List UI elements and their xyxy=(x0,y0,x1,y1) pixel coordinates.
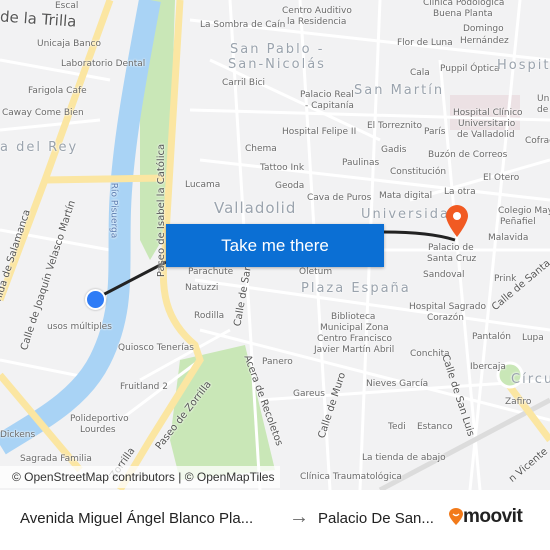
city-label: Valladolid xyxy=(214,199,297,217)
map-label: Quiosco Tenerías xyxy=(118,343,194,353)
map-label: Sandoval xyxy=(423,270,465,280)
map-label: Cala xyxy=(410,68,430,78)
destination-pin-icon[interactable] xyxy=(444,204,470,238)
map-label: Palacio Real xyxy=(300,90,354,100)
river-label: Río Pisuerga xyxy=(108,182,119,239)
map-label: La otra xyxy=(444,187,476,197)
district-label: San-Nicolás xyxy=(228,57,326,72)
map-label: Buzón de Correos xyxy=(428,150,508,160)
map-label: Ibercaja xyxy=(470,362,506,372)
map-label: Dickens xyxy=(0,430,36,440)
map-label: Estanco xyxy=(417,422,453,432)
map-label: Oletum xyxy=(299,267,333,277)
map-label: de Valladolid xyxy=(457,130,515,140)
map-label: Sagrada Familia xyxy=(20,454,92,464)
map-label: Biblioteca xyxy=(331,312,376,322)
map-label: Lourdes xyxy=(80,425,116,435)
map-label: Laboratorio Dental xyxy=(61,59,146,69)
footer: Avenida Miguel Ángel Blanco Pla... → Pal… xyxy=(0,490,550,550)
map-label: Cofrad xyxy=(525,136,550,146)
map-label: Farigola Cafe xyxy=(28,86,87,96)
map-label: Hospital Clínico xyxy=(453,108,523,118)
map-label: usos múltiples xyxy=(47,322,112,332)
map-label: la Residencia xyxy=(287,17,347,27)
arrow-right-icon: → xyxy=(289,506,309,528)
map-label: Prink xyxy=(494,274,517,284)
map-label: Geoda xyxy=(275,181,305,191)
map-label: El Otero xyxy=(483,173,520,183)
map-label: Buena Planta xyxy=(433,9,493,19)
map-attribution[interactable]: © OpenStreetMap contributors | © OpenMap… xyxy=(0,466,281,488)
map-label: Natuzzi xyxy=(185,283,219,293)
map-label: Unicaja Banco xyxy=(37,39,101,49)
map-label: Palacio de xyxy=(428,243,474,253)
map-label: París xyxy=(424,127,446,137)
map-label: Paulinas xyxy=(342,158,380,168)
map-label: Javier Martín Abril xyxy=(314,345,395,355)
map-label: Parachute xyxy=(188,267,234,277)
district-label: San Martín xyxy=(354,83,445,98)
map-label: Peñafiel xyxy=(500,217,536,227)
map-label: Lupa xyxy=(522,333,544,343)
map-label: de la Trilla xyxy=(0,7,78,31)
map-label: Clínica Traumatológica xyxy=(300,472,402,482)
map-label: Puppil Óptica xyxy=(440,64,500,74)
moovit-logo[interactable]: moovit xyxy=(449,506,523,528)
moovit-logo-text: moovit xyxy=(463,506,523,527)
map-label: Gareus xyxy=(293,389,325,399)
map-label: Mata digital xyxy=(379,191,433,201)
map-label: Hospital Sagrado xyxy=(409,302,486,312)
destination-name: Palacio De San... xyxy=(318,510,434,527)
map-label: Polideportivo xyxy=(70,414,129,424)
map-label: Tedi xyxy=(388,422,406,432)
map-label: Domingo xyxy=(463,24,504,34)
map-label: Municipal Zona xyxy=(320,323,389,333)
map-label: Escal xyxy=(55,1,79,11)
map[interactable]: Escal de la Trilla Unicaja Banco Laborat… xyxy=(0,0,550,490)
map-label: Constitución xyxy=(390,167,447,177)
map-label: Zafiro xyxy=(505,397,532,407)
map-label: Centro Francisco xyxy=(317,334,392,344)
map-label: Tattoo Ink xyxy=(260,163,305,173)
map-label: Santa Cruz xyxy=(427,254,477,264)
district-label: Círcul xyxy=(511,372,550,387)
map-label: El Torreznito xyxy=(367,121,423,131)
origin-name: Avenida Miguel Ángel Blanco Pla... xyxy=(20,510,254,527)
map-label: La tienda de abajo xyxy=(362,453,446,463)
map-label: Nieves García xyxy=(366,379,429,389)
map-label: Panero xyxy=(262,357,293,367)
map-label: Hernández xyxy=(460,36,509,46)
map-label: Universitario xyxy=(458,119,516,129)
district-label: Hospita xyxy=(497,58,550,73)
map-label: Clínica Podológica xyxy=(423,0,505,8)
map-label: - Capitanía xyxy=(305,101,354,111)
take-me-there-button[interactable]: Take me there xyxy=(166,224,384,267)
map-label: Hospital Felipe II xyxy=(282,127,357,137)
map-label: de V xyxy=(537,105,550,115)
map-label: Pantalón xyxy=(472,332,511,342)
map-label: Carril Bici xyxy=(222,78,266,88)
map-label: Cava de Puros xyxy=(307,193,372,203)
map-label: Centro Auditivo xyxy=(282,6,352,16)
moovit-pin-icon xyxy=(449,508,463,525)
map-label: Malavida xyxy=(488,233,529,243)
map-label: Colegio Mayor xyxy=(498,206,550,216)
map-label: Rodilla xyxy=(194,311,225,321)
map-label: Flor de Luna xyxy=(397,38,453,48)
district-label: Plaza España xyxy=(301,281,411,296)
map-label: La Sombra de Caín xyxy=(200,20,286,30)
district-label: San Pablo - xyxy=(230,42,325,57)
map-label: Gadis xyxy=(381,145,407,155)
district-label: a del Rey xyxy=(0,140,79,155)
map-label: Lucama xyxy=(185,180,221,190)
map-label: Fruitland 2 xyxy=(120,382,168,392)
map-label: Chema xyxy=(245,144,277,154)
map-label: Caway Come Bien xyxy=(2,108,84,118)
origin-marker[interactable] xyxy=(85,289,106,310)
map-label: Corazón xyxy=(427,313,464,323)
map-label: Uni xyxy=(537,94,550,104)
